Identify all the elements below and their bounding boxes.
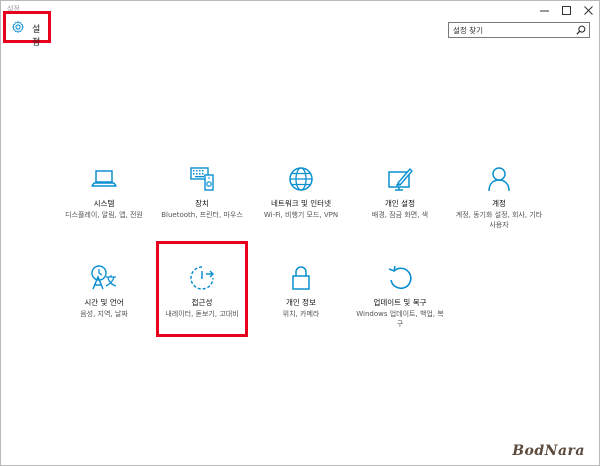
tile-time-language[interactable]: 시간 및 언어 음성, 지역, 날짜 (59, 263, 149, 319)
maximize-button[interactable] (555, 1, 577, 19)
tile-description: Bluetooth, 프린터, 마우스 (161, 211, 243, 219)
tile-name: 시간 및 언어 (84, 298, 124, 307)
globe-icon (289, 167, 313, 191)
personalization-icon (388, 168, 413, 191)
gear-icon (12, 21, 24, 33)
header-highlight: 설정 (3, 11, 51, 48)
person-icon (488, 167, 510, 192)
tile-description: 계정, 동기화 설정, 회사, 기타 사용자 (455, 211, 543, 229)
maximize-icon (561, 5, 571, 15)
lock-icon (292, 266, 310, 290)
watermark-logo: BodNara (512, 443, 585, 459)
devices-icon (190, 167, 214, 191)
time-language-icon (91, 265, 117, 290)
tile-description: 음성, 지역, 날짜 (80, 310, 128, 318)
tile-update-recovery[interactable]: 업데이트 및 복구 Windows 업데이트, 백업, 복구 (355, 263, 445, 329)
tile-description: Wi-Fi, 비행기 모드, VPN (263, 211, 339, 219)
close-button[interactable] (577, 1, 599, 19)
close-icon (583, 5, 593, 15)
tile-name: 개인 정보 (286, 298, 316, 307)
title-bar: 설정 (1, 1, 599, 19)
minimize-button[interactable] (533, 1, 555, 19)
search-icon[interactable] (576, 25, 586, 35)
tile-system[interactable]: 시스템 디스플레이, 알림, 앱, 전원 (59, 164, 149, 220)
tile-privacy[interactable]: 개인 정보 위치, 카메라 (256, 263, 346, 319)
tile-description: Windows 업데이트, 백업, 복구 (356, 310, 444, 328)
tile-name: 업데이트 및 복구 (373, 298, 427, 307)
tile-description: 배경, 잠금 화면, 색 (371, 211, 429, 219)
tile-name: 계정 (492, 199, 506, 208)
tile-name: 시스템 (93, 199, 115, 208)
search-input[interactable] (453, 24, 571, 36)
tile-personalization[interactable]: 개인 설정 배경, 잠금 화면, 색 (355, 164, 445, 220)
tile-name: 개인 설정 (385, 199, 415, 208)
tile-accounts[interactable]: 계정 계정, 동기화 설정, 회사, 기타 사용자 (454, 164, 544, 230)
tile-name: 네트워크 및 인터넷 (271, 199, 331, 208)
tile-description: 디스플레이, 알림, 앱, 전원 (65, 211, 143, 219)
update-icon (388, 265, 412, 290)
tile-description: 위치, 카메라 (282, 310, 320, 318)
tile-network[interactable]: 네트워크 및 인터넷 Wi-Fi, 비행기 모드, VPN (256, 164, 346, 220)
tile-devices[interactable]: 장치 Bluetooth, 프린터, 마우스 (157, 164, 247, 220)
window-controls (533, 1, 599, 19)
search-box[interactable] (448, 22, 590, 38)
settings-window: 설정 설정 시스템 (0, 0, 600, 466)
accessibility-highlight (156, 241, 248, 337)
page-title: 설정 (32, 25, 41, 48)
laptop-icon (91, 170, 117, 187)
minimize-icon (539, 10, 549, 11)
tile-name: 장치 (195, 199, 209, 208)
